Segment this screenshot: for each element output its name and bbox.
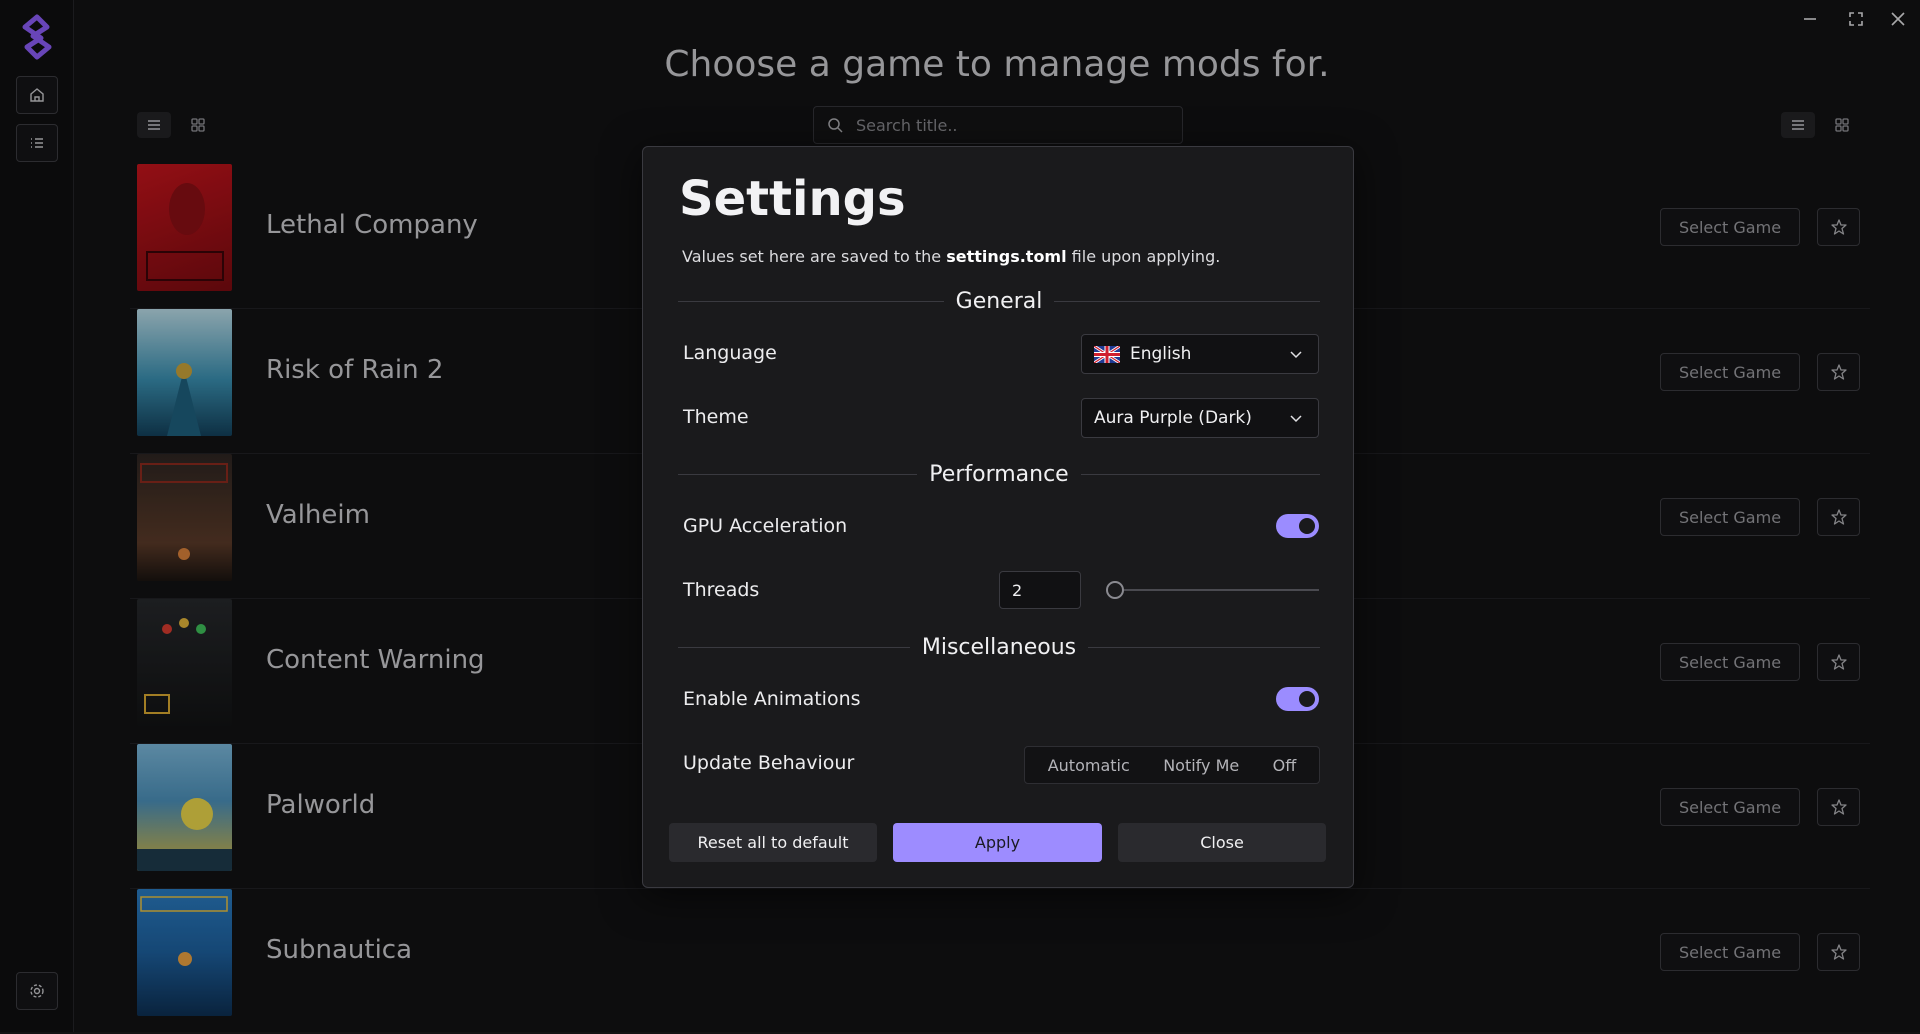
section-title: General bbox=[955, 288, 1043, 314]
update-option-notify-me[interactable]: Notify Me bbox=[1155, 752, 1247, 779]
close-button[interactable]: Close bbox=[1118, 823, 1326, 862]
threads-slider-thumb[interactable] bbox=[1106, 581, 1124, 599]
enable-animations-label: Enable Animations bbox=[683, 688, 861, 710]
threads-label: Threads bbox=[683, 579, 760, 601]
gpu-acceleration-toggle[interactable] bbox=[1276, 514, 1319, 538]
update-option-off[interactable]: Off bbox=[1265, 752, 1305, 779]
settings-dialog: Settings Values set here are saved to th… bbox=[642, 146, 1354, 888]
app-window: Choose a game to manage mods for. Lethal… bbox=[0, 0, 1920, 1032]
gpu-acceleration-label: GPU Acceleration bbox=[683, 515, 848, 537]
theme-select[interactable]: Aura Purple (Dark) bbox=[1081, 398, 1319, 438]
apply-button[interactable]: Apply bbox=[893, 823, 1102, 862]
language-select[interactable]: English bbox=[1081, 334, 1319, 374]
section-title: Miscellaneous bbox=[921, 634, 1077, 660]
update-option-automatic[interactable]: Automatic bbox=[1040, 752, 1138, 779]
enable-animations-toggle[interactable] bbox=[1276, 687, 1319, 711]
section-performance: Performance bbox=[678, 459, 1321, 489]
update-behaviour-selector[interactable]: Automatic Notify Me Off bbox=[1024, 746, 1320, 784]
dialog-subtitle: Values set here are saved to the setting… bbox=[682, 247, 1221, 266]
update-behaviour-label: Update Behaviour bbox=[683, 752, 855, 774]
section-miscellaneous: Miscellaneous bbox=[678, 632, 1320, 662]
chevron-down-icon bbox=[1290, 415, 1302, 423]
chevron-down-icon bbox=[1290, 351, 1302, 359]
theme-value: Aura Purple (Dark) bbox=[1094, 408, 1252, 428]
reset-defaults-button[interactable]: Reset all to default bbox=[669, 823, 877, 862]
threads-slider-track[interactable] bbox=[1109, 589, 1319, 591]
section-general: General bbox=[678, 286, 1321, 316]
language-value: English bbox=[1130, 344, 1192, 364]
language-label: Language bbox=[683, 342, 777, 364]
dialog-title: Settings bbox=[679, 171, 906, 227]
threads-input[interactable]: 2 bbox=[999, 571, 1081, 609]
theme-label: Theme bbox=[683, 406, 749, 428]
uk-flag-icon bbox=[1094, 345, 1120, 363]
section-title: Performance bbox=[929, 461, 1069, 487]
